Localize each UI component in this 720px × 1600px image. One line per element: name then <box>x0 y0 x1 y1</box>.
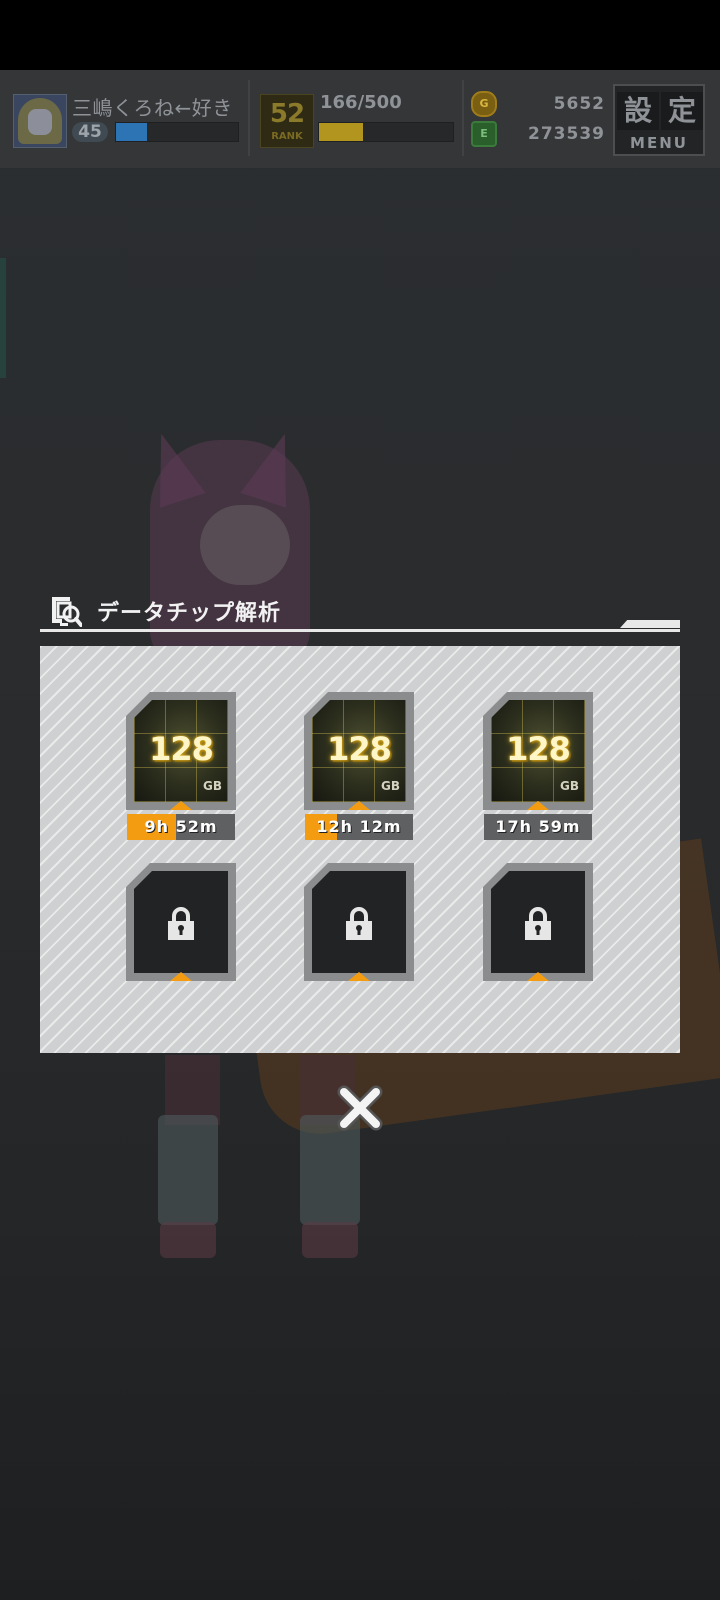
game-screen: 三嶋くろね←好き 45 52 RANK 166/500 G 5652 E 273… <box>0 0 720 1600</box>
rank-value: 52 <box>269 99 305 129</box>
settings-menu-button[interactable]: 設 定 MENU <box>613 84 705 156</box>
timer-text: 12h 12m <box>316 817 402 836</box>
battery-icon: E <box>471 121 497 147</box>
dialog-title: データチップ解析 <box>97 601 282 626</box>
chip-size: 128 <box>149 730 214 768</box>
menu-kanji-2: 定 <box>661 92 703 130</box>
lock-icon <box>168 907 194 940</box>
timer-text: 9h 52m <box>144 817 218 836</box>
exp-bar <box>115 122 239 142</box>
chip-unit: GB <box>381 779 400 793</box>
status-bar <box>0 0 720 70</box>
currency-1-value: 5652 <box>553 94 605 114</box>
slot-arrow-icon <box>170 801 192 810</box>
slot-arrow-icon <box>527 801 549 810</box>
chip-size: 128 <box>327 730 392 768</box>
lock-icon <box>346 907 372 940</box>
lock-icon <box>525 907 551 940</box>
title-divider <box>40 629 680 632</box>
player-name: 三嶋くろね←好き <box>72 96 233 120</box>
top-status-bar: 三嶋くろね←好き 45 52 RANK 166/500 G 5652 E 273… <box>0 70 720 169</box>
stamina-bar <box>318 122 454 142</box>
gem-coin-icon: G <box>471 91 497 117</box>
slot-arrow-icon <box>170 972 192 981</box>
chip-unit: GB <box>203 779 222 793</box>
slot-arrow-icon <box>527 972 549 981</box>
rank-icon: 52 RANK <box>260 94 314 148</box>
avatar[interactable] <box>13 94 67 148</box>
level-badge: 45 <box>72 122 108 142</box>
slot-arrow-icon <box>348 972 370 981</box>
analysis-timer: 9h 52m <box>127 814 235 840</box>
title-tab-accent <box>620 620 680 628</box>
chip-size: 128 <box>506 730 571 768</box>
close-icon[interactable] <box>334 1082 386 1134</box>
slot-arrow-icon <box>348 801 370 810</box>
rank-label: RANK <box>271 131 303 142</box>
analysis-timer: 17h 59m <box>484 814 592 840</box>
chip-search-icon <box>52 597 82 627</box>
chip-slots-panel: 128 GB 9h 52m 128 GB 12h 12m 128 GB 17h … <box>40 646 680 1053</box>
timer-text: 17h 59m <box>495 817 581 836</box>
currency-2-value: 273539 <box>528 124 605 144</box>
stamina-value: 166/500 <box>320 92 402 113</box>
menu-kanji-1: 設 <box>617 92 659 130</box>
menu-label: MENU <box>630 134 688 152</box>
chip-unit: GB <box>560 779 579 793</box>
analysis-timer: 12h 12m <box>305 814 413 840</box>
